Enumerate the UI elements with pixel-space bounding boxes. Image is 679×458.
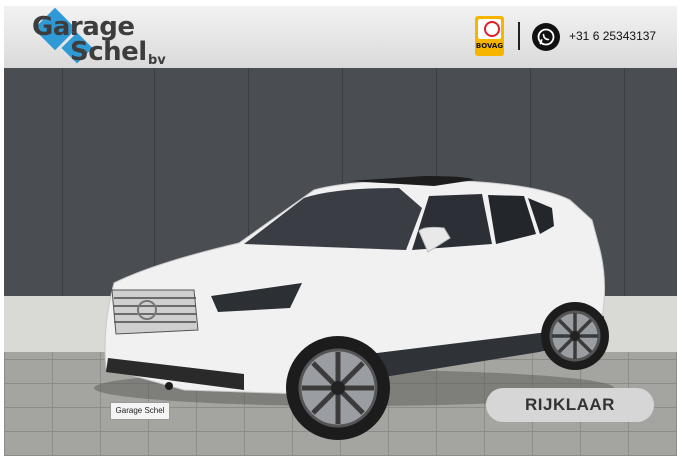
bovag-label: BOVAG	[475, 42, 504, 50]
rijklaar-badge: RIJKLAAR	[486, 388, 654, 422]
logo-text-bv: bv	[148, 53, 166, 68]
bovag-circle-icon	[484, 21, 500, 37]
rijklaar-badge-label: RIJKLAAR	[525, 395, 615, 414]
license-plate: Garage Schel	[110, 402, 170, 420]
logo-text-schel: Schel	[70, 37, 147, 67]
whatsapp-icon[interactable]	[532, 23, 560, 51]
site-header: Garage Schel bv BOVAG +31 6 25343137	[4, 6, 677, 68]
header-divider	[518, 22, 520, 50]
phone-number-link[interactable]: +31 6 25343137	[569, 29, 656, 43]
bovag-logo-icon[interactable]: BOVAG	[475, 16, 504, 56]
whatsapp-glyph	[537, 28, 555, 46]
garage-schel-logo[interactable]: Garage Schel bv	[26, 7, 186, 68]
license-plate-text: Garage Schel	[115, 406, 165, 415]
bovag-emblem	[478, 19, 501, 39]
listing-hero: Garage Schel bv BOVAG +31 6 25343137 Gar…	[4, 6, 677, 456]
